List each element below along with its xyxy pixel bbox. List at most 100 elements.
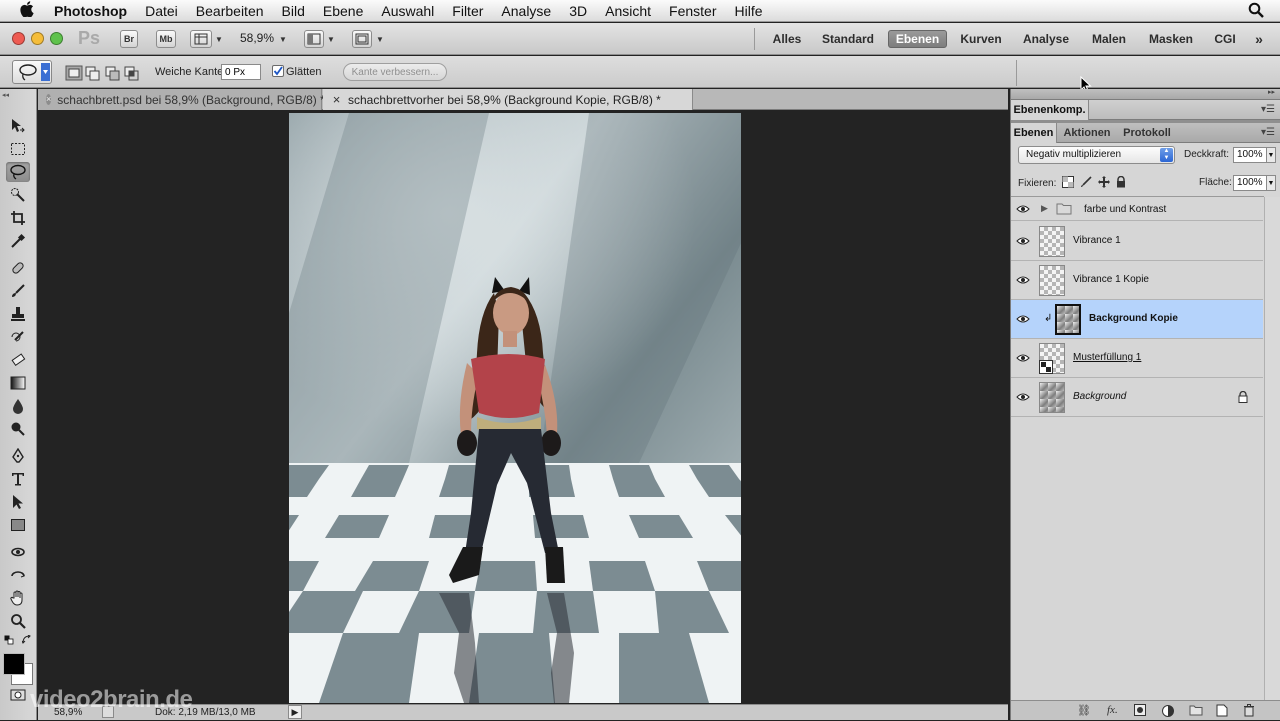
brush-tool[interactable] <box>6 281 30 301</box>
tab-layer-comps[interactable]: Ebenenkomp. <box>1011 100 1089 120</box>
lock-position-icon[interactable] <box>1098 176 1110 191</box>
minimize-window-button[interactable] <box>31 32 44 45</box>
workspace-alles[interactable]: Alles <box>766 30 808 48</box>
eye-icon[interactable] <box>1016 353 1030 363</box>
gradient-tool[interactable] <box>6 373 30 393</box>
collapse-panel-icon[interactable]: ◂◂ <box>2 91 9 99</box>
eye-icon[interactable] <box>1016 314 1030 324</box>
dodge-tool[interactable] <box>6 419 30 439</box>
pen-tool[interactable] <box>6 446 30 466</box>
new-group-icon[interactable] <box>1189 704 1203 719</box>
menu-ansicht[interactable]: Ansicht <box>596 3 660 19</box>
view-extras-button[interactable] <box>190 30 212 48</box>
3d-rotate-tool[interactable] <box>6 542 30 562</box>
crop-tool[interactable] <box>6 208 30 228</box>
zoom-tool[interactable] <box>6 611 30 631</box>
panel-menu-icon[interactable]: ▾☰ <box>1261 104 1275 115</box>
document-canvas[interactable] <box>289 113 741 703</box>
layers-scrollbar[interactable] <box>1264 197 1280 702</box>
marquee-tool[interactable] <box>6 139 30 159</box>
shape-tool[interactable] <box>6 515 30 535</box>
new-layer-icon[interactable] <box>1216 704 1228 720</box>
chevron-down-icon[interactable]: ▼ <box>1266 147 1276 163</box>
status-menu-arrow-icon[interactable]: ▶ <box>288 705 302 719</box>
3d-orbit-tool[interactable] <box>6 565 30 585</box>
layer-row[interactable]: ▶ farbe und Kontrast <box>1011 197 1263 221</box>
menu-hilfe[interactable]: Hilfe <box>726 3 772 19</box>
blend-mode-select[interactable]: Negativ multiplizieren ▲ ▼ <box>1018 146 1175 164</box>
path-selection-tool[interactable] <box>6 492 30 512</box>
opacity-input[interactable]: 100% <box>1233 147 1267 163</box>
link-layers-icon[interactable]: ⛓ <box>1077 704 1091 717</box>
history-brush-tool[interactable] <box>6 327 30 347</box>
menu-filter[interactable]: Filter <box>443 3 492 19</box>
layer-row[interactable]: Vibrance 1 <box>1011 222 1263 261</box>
panel-menu-icon[interactable]: ▾☰ <box>1261 127 1275 138</box>
feather-input[interactable] <box>221 64 261 80</box>
workspace-ebenen[interactable]: Ebenen <box>888 30 947 48</box>
chevron-down-icon[interactable]: ▼ <box>327 35 335 44</box>
menu-ebene[interactable]: Ebene <box>314 3 372 19</box>
zoom-window-button[interactable] <box>50 32 63 45</box>
apple-icon[interactable] <box>16 0 38 21</box>
eye-icon[interactable] <box>1016 275 1030 285</box>
menu-app-name[interactable]: Photoshop <box>52 3 136 19</box>
clone-stamp-tool[interactable] <box>6 304 30 324</box>
swap-colors-icon[interactable] <box>21 634 32 648</box>
workspace-standard[interactable]: Standard <box>818 30 878 48</box>
antialias-checkbox[interactable] <box>272 65 284 77</box>
tab-schachbrett-psd[interactable]: × schachbrett.psd bei 58,9% (Background,… <box>38 89 325 110</box>
menu-bild[interactable]: Bild <box>273 3 314 19</box>
spotlight-search-icon[interactable] <box>1248 2 1264 21</box>
lock-all-icon[interactable] <box>1116 175 1126 191</box>
lasso-tool[interactable] <box>6 162 30 182</box>
layer-style-fx-icon[interactable]: fx. <box>1107 704 1118 716</box>
menu-datei[interactable]: Datei <box>136 3 187 19</box>
type-tool[interactable] <box>6 469 30 489</box>
blur-tool[interactable] <box>6 396 30 416</box>
hand-tool[interactable] <box>6 588 30 608</box>
lock-pixels-brush-icon[interactable] <box>1080 176 1092 191</box>
default-colors-icon[interactable] <box>4 635 14 647</box>
refine-edge-button[interactable]: Kante verbessern... <box>343 63 447 81</box>
tool-preset-picker[interactable] <box>12 60 52 84</box>
eraser-tool[interactable] <box>6 350 30 370</box>
menu-analyse[interactable]: Analyse <box>492 3 560 19</box>
tab-schachbrettvorher[interactable]: × schachbrettvorher bei 58,9% (Backgroun… <box>323 89 693 110</box>
layer-row[interactable]: Vibrance 1 Kopie <box>1011 261 1263 300</box>
quick-mask-icon[interactable] <box>10 689 26 704</box>
move-tool[interactable] <box>6 116 30 136</box>
workspace-malen[interactable]: Malen <box>1084 30 1134 48</box>
trash-icon[interactable] <box>1243 704 1255 720</box>
eye-icon[interactable] <box>1016 204 1030 214</box>
layer-row[interactable]: Musterfüllung 1 <box>1011 339 1263 378</box>
workspace-kurven[interactable]: Kurven <box>954 30 1008 48</box>
lock-transparency-icon[interactable] <box>1062 176 1074 191</box>
menu-bearbeiten[interactable]: Bearbeiten <box>187 3 273 19</box>
quick-selection-tool[interactable] <box>6 185 30 205</box>
menu-3d[interactable]: 3D <box>560 3 596 19</box>
tab-protokoll[interactable]: Protokoll <box>1117 123 1177 143</box>
chevron-down-icon[interactable]: ▼ <box>215 35 223 44</box>
foreground-color-swatch[interactable] <box>3 653 25 675</box>
add-mask-icon[interactable] <box>1134 704 1146 719</box>
menu-fenster[interactable]: Fenster <box>660 3 725 19</box>
eye-icon[interactable] <box>1016 392 1030 402</box>
chevron-down-icon[interactable]: ▼ <box>376 35 384 44</box>
mini-bridge-button[interactable]: Mb <box>156 30 176 48</box>
collapse-panels-icon[interactable]: ▸▸ <box>1268 88 1275 96</box>
chevron-down-icon[interactable]: ▼ <box>279 35 287 44</box>
adjustment-layer-icon[interactable] <box>1161 704 1175 721</box>
layer-row-selected[interactable]: ↲ Background Kopie <box>1011 300 1263 339</box>
workspace-cgi[interactable]: CGI <box>1208 30 1242 48</box>
tab-aktionen[interactable]: Aktionen <box>1059 123 1115 143</box>
expand-group-icon[interactable]: ▶ <box>1041 203 1048 214</box>
eyedropper-tool[interactable] <box>6 231 30 251</box>
tab-ebenen[interactable]: Ebenen <box>1011 123 1057 143</box>
healing-brush-tool[interactable] <box>6 258 30 278</box>
eye-icon[interactable] <box>1016 236 1030 246</box>
close-tab-icon[interactable]: × <box>331 93 342 106</box>
chevron-down-icon[interactable]: ▼ <box>1266 175 1276 191</box>
workspace-masken[interactable]: Masken <box>1144 30 1198 48</box>
menu-auswahl[interactable]: Auswahl <box>372 3 443 19</box>
